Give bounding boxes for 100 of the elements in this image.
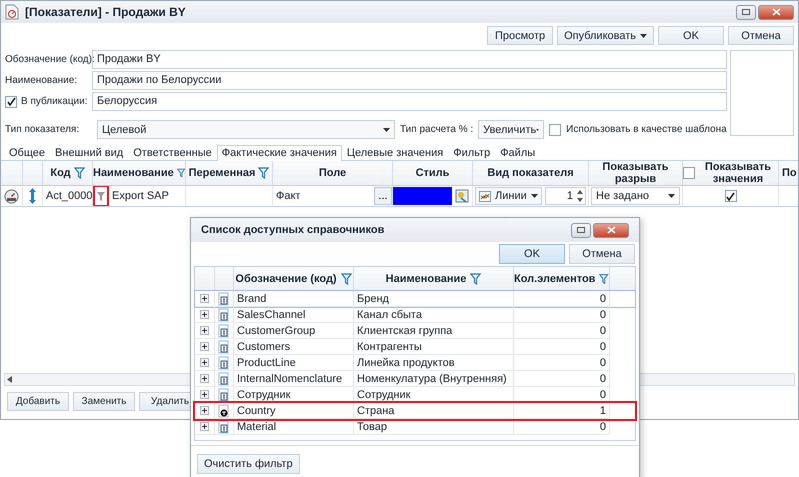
close-button[interactable] [593, 222, 629, 238]
filter-icon[interactable] [176, 167, 185, 179]
tab[interactable]: Внешний вид [50, 145, 128, 161]
dropdown-button[interactable]: Опубликовать [557, 26, 654, 45]
expand-icon[interactable] [200, 406, 209, 415]
column-header[interactable]: По [782, 167, 797, 179]
column-header[interactable]: Код [50, 167, 71, 179]
table-cell: Brand [237, 292, 266, 304]
filter-icon[interactable] [470, 272, 482, 284]
column-header[interactable]: Обозначение (код) [235, 272, 337, 284]
filter-icon[interactable] [93, 186, 109, 206]
spin-arrows-icon[interactable] [576, 188, 584, 204]
color-swatch[interactable] [393, 187, 452, 205]
table-cell: Бренд [357, 292, 389, 304]
filter-icon[interactable] [599, 272, 609, 284]
action-button[interactable]: Заменить [73, 392, 135, 411]
field-label: Тип показателя: [5, 124, 80, 135]
caret-icon [668, 194, 675, 198]
expand-icon[interactable] [200, 310, 209, 319]
scroll-left-icon[interactable] [7, 376, 12, 383]
checkbox[interactable] [683, 167, 695, 179]
table-cell: Customers [237, 340, 290, 352]
restore-button[interactable] [571, 222, 591, 238]
table-cell: CustomerGroup [237, 324, 316, 336]
expand-icon[interactable] [200, 358, 209, 367]
table-cell: Сотрудник [357, 388, 410, 400]
chart-type-select[interactable]: Линии [475, 187, 542, 205]
caret-icon [530, 194, 538, 198]
expand-icon[interactable] [200, 422, 209, 431]
type-select[interactable]: Целевой [97, 120, 395, 139]
calc-select[interactable]: Увеличить [478, 120, 544, 139]
table-cell: Country [237, 404, 276, 416]
dialog-title: Список доступных справочников [201, 224, 386, 236]
caret-icon [536, 128, 540, 132]
filter-badge-icon [218, 404, 230, 418]
app-icon [5, 4, 19, 20]
text-field[interactable]: Продажи по Белоруссии [92, 71, 727, 90]
tab[interactable]: Ответственные [128, 145, 217, 161]
style-picker-icon[interactable] [455, 189, 469, 203]
filter-icon[interactable] [258, 167, 270, 179]
field-label: Обозначение (код): [5, 54, 95, 65]
table-cell: Контрагенты [357, 340, 422, 352]
expand-icon[interactable] [200, 374, 209, 383]
column-header[interactable]: Кол.элементов [514, 272, 596, 284]
table-cell: Material [237, 420, 276, 432]
tab[interactable]: Целевые значения [342, 145, 448, 161]
close-icon [772, 8, 780, 16]
tab[interactable]: Общее [4, 145, 50, 161]
dialog-button[interactable]: OK [499, 244, 565, 264]
toolbar-button[interactable]: Отмена [728, 26, 794, 45]
clear-filter-button[interactable]: Очистить фильтр [197, 454, 300, 474]
dialog-button[interactable]: Отмена [569, 244, 635, 264]
document-icon [218, 420, 230, 434]
number-spinner[interactable]: 1 [544, 187, 586, 205]
browse-button[interactable]: ... [374, 187, 392, 205]
table-cell: Export SAP [112, 190, 169, 202]
table-cell: Act_0000 [46, 190, 92, 202]
column-header[interactable]: Показывать значения [698, 161, 778, 185]
selected-row[interactable]: Brand Бренд 0 [195, 291, 635, 307]
checkbox[interactable] [724, 190, 736, 202]
document-icon [218, 388, 230, 402]
gap-select[interactable]: Не задано [591, 187, 680, 205]
expand-icon[interactable] [200, 390, 209, 399]
column-header[interactable]: Стиль [416, 167, 450, 179]
text-field[interactable]: Белоруссия [92, 92, 727, 111]
filter-icon[interactable] [340, 272, 352, 284]
expand-icon[interactable] [200, 342, 209, 351]
expand-icon[interactable] [200, 294, 209, 303]
caret-icon [383, 128, 390, 132]
field-label: Наименование: [5, 75, 78, 86]
checkbox[interactable] [5, 96, 17, 108]
table-cell: Номенкулатура (Внутренняя) [357, 372, 507, 384]
checkbox[interactable] [549, 124, 562, 136]
filter-icon[interactable] [74, 167, 85, 179]
text-field[interactable]: Продажи BY [92, 50, 727, 69]
document-icon [218, 292, 230, 306]
expand-icon[interactable] [200, 326, 209, 335]
toolbar-button[interactable]: OK [658, 26, 724, 45]
table-cell: InternalNomenclature [237, 372, 342, 384]
column-header[interactable]: Показывать разрыв [589, 161, 682, 185]
column-header[interactable]: Вид показателя [487, 167, 574, 179]
column-header[interactable]: Наименование [93, 167, 174, 179]
table-cell: Товар [357, 420, 387, 432]
table-cell: 0 [600, 372, 606, 384]
document-icon [218, 356, 230, 370]
tab[interactable]: Фактические значения [216, 145, 342, 161]
table-cell: 0 [600, 340, 606, 352]
close-button[interactable] [758, 4, 794, 20]
restore-button[interactable] [736, 4, 756, 20]
toolbar-button[interactable]: Просмотр [487, 26, 554, 45]
close-icon [606, 226, 616, 234]
table-cell: 1 [600, 404, 606, 416]
tab[interactable]: Файлы [495, 145, 540, 161]
column-header[interactable]: Наименование [386, 272, 466, 284]
column-header[interactable]: Поле [318, 167, 346, 179]
tab[interactable]: Фильтр [448, 145, 496, 161]
action-button[interactable]: Добавить [7, 392, 69, 411]
column-header[interactable]: Переменная [188, 167, 256, 179]
document-icon [218, 308, 230, 322]
document-icon [218, 324, 230, 338]
